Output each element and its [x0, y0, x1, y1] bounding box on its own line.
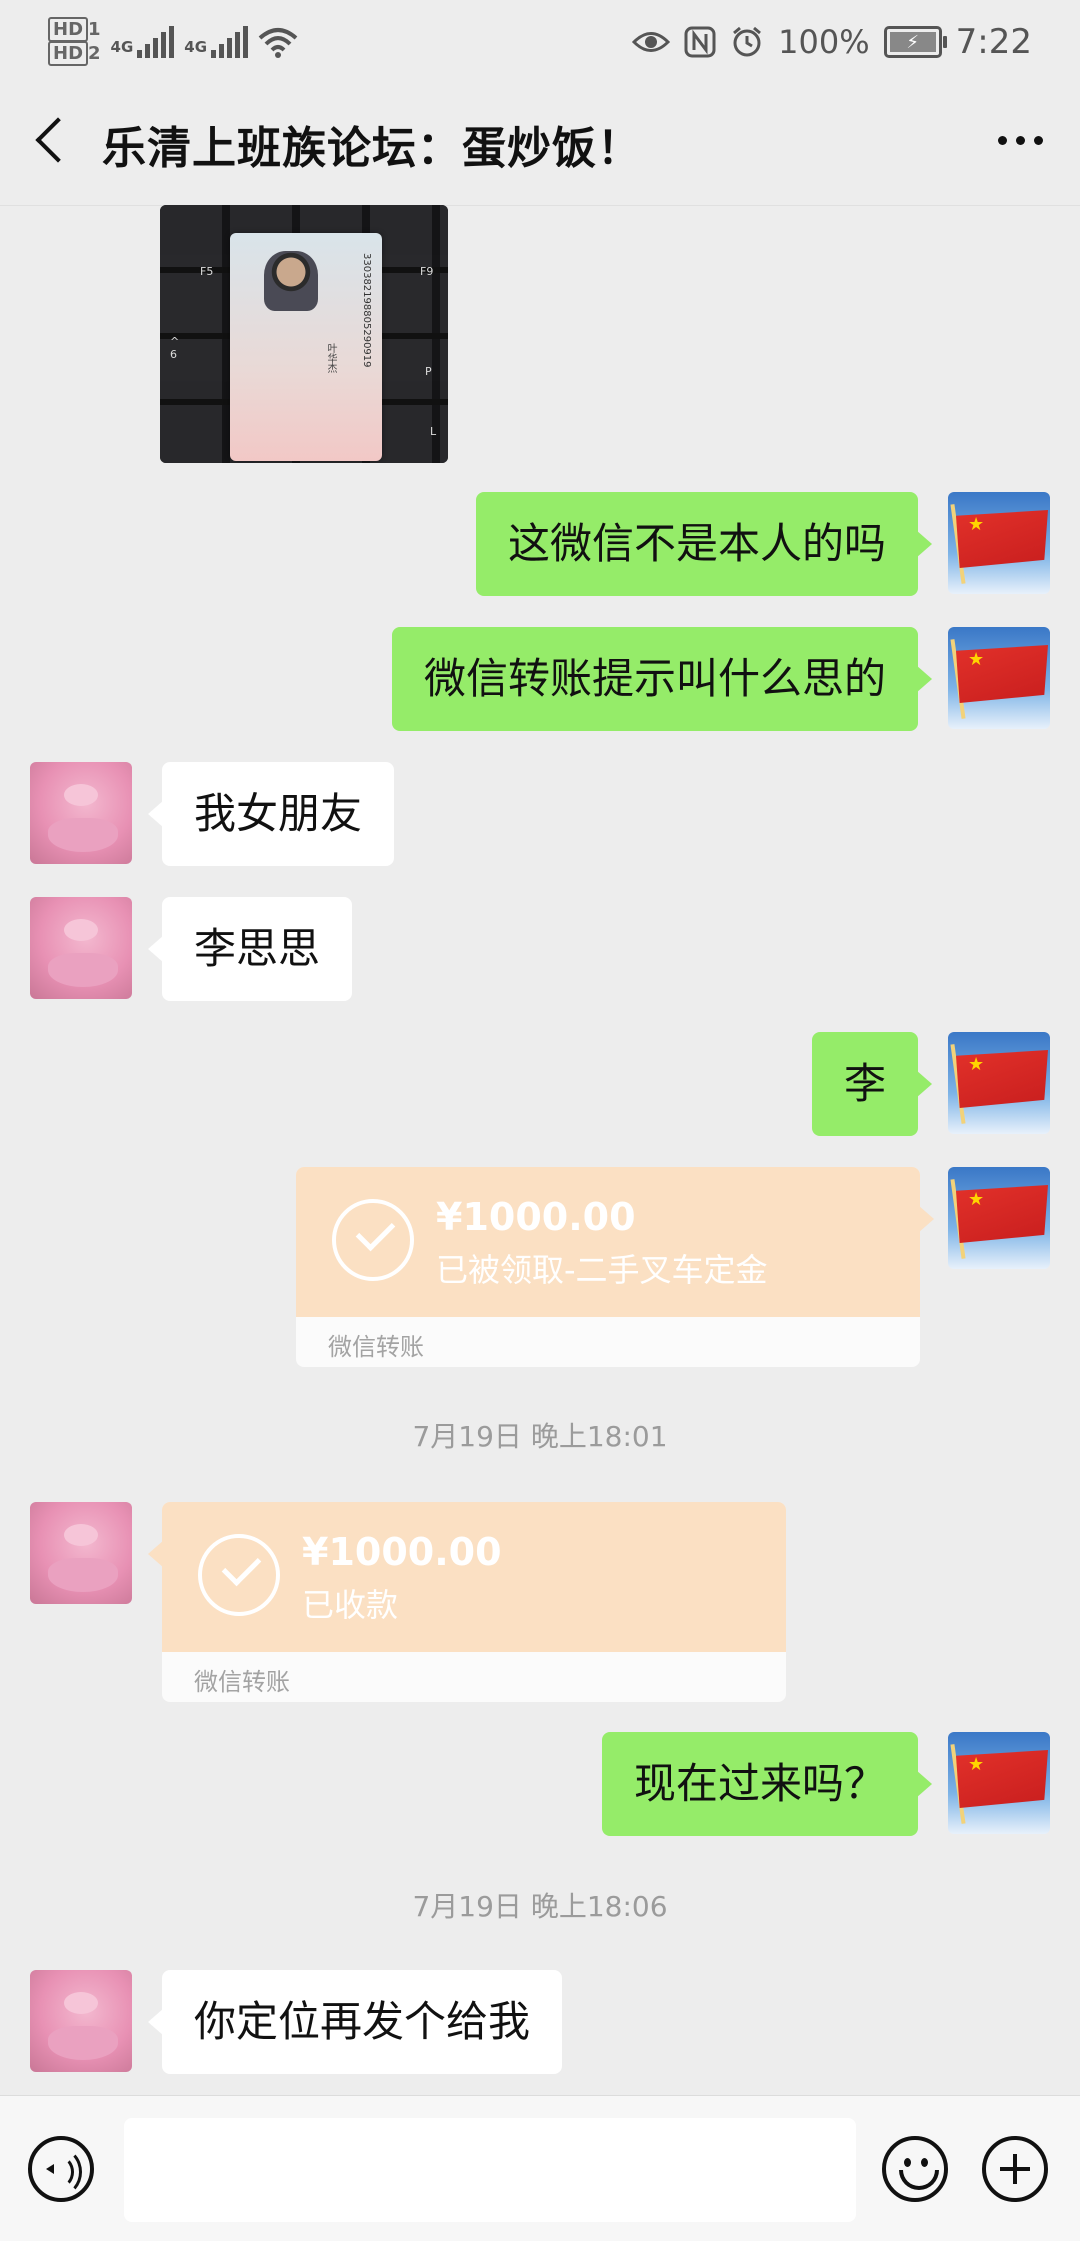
input-bar — [0, 2095, 1080, 2241]
my-avatar[interactable]: ★ — [948, 492, 1050, 594]
check-circle-icon — [198, 1534, 280, 1616]
clock: 7:22 — [955, 22, 1032, 62]
transfer-card[interactable]: ¥1000.00 已被领取-二手叉车定金 微信转账 — [296, 1167, 934, 1367]
timestamp: 7月19日 晚上18:01 — [412, 1420, 668, 1453]
chat-title: 乐清上班族论坛：蛋炒饭！ — [102, 123, 642, 174]
contact-avatar[interactable] — [30, 1970, 132, 2072]
message-list[interactable]: F5 F9 ^ 6 P L 330382198805290919 叶华杰 ★ 这微… — [0, 205, 1080, 2095]
check-circle-icon — [332, 1199, 414, 1281]
my-avatar[interactable]: ★ — [948, 1167, 1050, 1269]
message-bubble[interactable]: 微信转账提示叫什么思的 — [391, 627, 933, 731]
status-right: 100% ⚡ 7:22 — [632, 14, 1032, 70]
id-card-photo[interactable]: F5 F9 ^ 6 P L 330382198805290919 叶华杰 — [160, 205, 448, 463]
my-avatar[interactable]: ★ — [948, 1732, 1050, 1834]
id-name: 叶华杰 — [325, 343, 336, 373]
eye-icon — [632, 32, 671, 52]
message-bubble[interactable]: 现在过来吗？ — [601, 1732, 933, 1836]
contact-avatar[interactable] — [30, 897, 132, 999]
timestamp: 7月19日 晚上18:06 — [412, 1890, 668, 1923]
chevron-left-icon[interactable] — [28, 110, 81, 170]
plus-icon[interactable] — [982, 2136, 1048, 2202]
hd1-badge: HD — [48, 17, 89, 42]
transfer-amount: ¥1000.00 — [302, 1530, 502, 1574]
network-type-2: 4G — [184, 38, 208, 56]
network-type-1: 4G — [110, 38, 134, 56]
transfer-label: 微信转账 — [328, 1333, 424, 1361]
transfer-status: 已被领取-二手叉车定金 — [436, 1251, 768, 1289]
message-bubble[interactable]: 我女朋友 — [147, 762, 395, 866]
my-avatar[interactable]: ★ — [948, 1032, 1050, 1134]
contact-avatar[interactable] — [30, 762, 132, 864]
alarm-icon — [733, 26, 762, 57]
chat-header: 乐清上班族论坛：蛋炒饭！ — [0, 80, 1080, 206]
message-bubble[interactable]: 李思思 — [147, 897, 353, 1001]
signal-icon: 4G — [184, 26, 249, 58]
contact-avatar[interactable] — [30, 1502, 132, 1604]
id-card: 330382198805290919 叶华杰 — [230, 233, 382, 461]
status-left: HD 1 HD 2 4G 4G — [48, 10, 298, 74]
message-input[interactable] — [124, 2118, 856, 2222]
message-bubble[interactable]: 李 — [811, 1032, 933, 1136]
id-number: 330382198805290919 — [361, 253, 372, 368]
emoji-icon[interactable] — [882, 2136, 948, 2202]
portrait — [264, 251, 318, 311]
battery-icon: ⚡ — [883, 26, 947, 58]
hd2-badge: HD — [48, 41, 89, 66]
my-avatar[interactable]: ★ — [948, 627, 1050, 729]
signal-icon: 4G — [111, 26, 175, 58]
message-bubble[interactable]: 你定位再发个给我 — [147, 1970, 563, 2074]
hd1-sub: 1 — [88, 19, 101, 40]
transfer-card[interactable]: ¥1000.00 已收款 微信转账 — [148, 1502, 786, 1702]
voice-icon[interactable] — [28, 2136, 94, 2202]
message-bubble[interactable]: 这微信不是本人的吗 — [475, 492, 933, 596]
hd2-sub: 2 — [88, 43, 101, 64]
hd-indicators: HD 1 HD 2 — [48, 17, 101, 66]
battery-percent: 100% — [778, 23, 870, 61]
more-icon[interactable] — [990, 120, 1050, 160]
wifi-icon — [258, 28, 298, 58]
transfer-amount: ¥1000.00 — [436, 1195, 636, 1239]
status-bar: HD 1 HD 2 4G 4G 100% ⚡ 7:22 — [0, 0, 1080, 80]
transfer-label: 微信转账 — [194, 1668, 290, 1696]
nfc-icon — [684, 26, 716, 58]
transfer-status: 已收款 — [302, 1586, 399, 1624]
